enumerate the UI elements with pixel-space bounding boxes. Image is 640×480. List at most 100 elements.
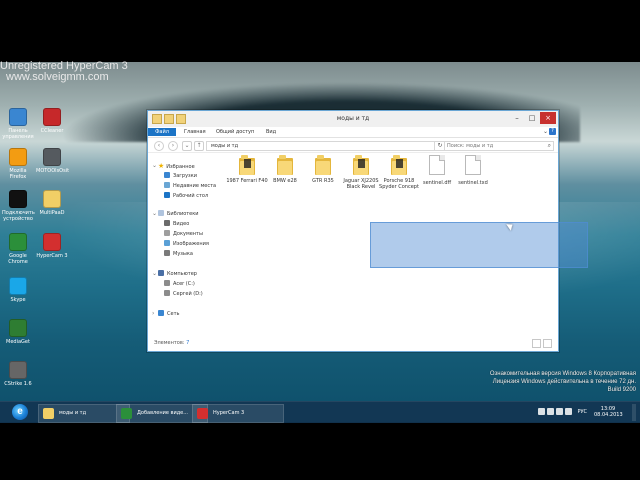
search-icon: ⌕ <box>547 142 551 149</box>
libraries-expand-icon[interactable]: ⌄ <box>152 209 157 219</box>
firefox-icon <box>9 148 27 166</box>
desktop-icon-multipaad[interactable]: MultiPaaD <box>36 190 68 216</box>
file-label: 1987 Ferrari F40 <box>226 178 268 184</box>
ribbon-tab-view[interactable]: Вид <box>266 128 276 136</box>
desktop-icon-connect-device[interactable]: Подключить устройство <box>2 190 35 222</box>
nav-drive-d[interactable]: Сергей (D:) <box>164 289 203 299</box>
maximize-button[interactable]: □ <box>525 112 539 124</box>
tray-volume-icon[interactable] <box>565 408 572 415</box>
nav-label: Документы <box>173 231 203 237</box>
ribbon-expand-icon[interactable]: ⌄ <box>543 128 548 135</box>
desktop-icon-mozilla-firefox[interactable]: Mozilla Firefox <box>2 148 34 180</box>
skype-icon <box>9 277 27 295</box>
nav-drive-c[interactable]: Acer (C:) <box>164 279 195 289</box>
path-text: моды и тд <box>211 143 239 149</box>
game-icon <box>9 361 27 379</box>
path-box[interactable]: моды и тд <box>206 141 438 151</box>
recent-places-icon <box>164 182 170 188</box>
up-button[interactable]: ↑ <box>194 141 204 151</box>
desktop-icon-skype[interactable]: Skype <box>2 277 34 303</box>
hypercam-icon <box>197 408 208 419</box>
file-icon <box>429 155 445 175</box>
computer-expand-icon[interactable]: ⌄ <box>152 269 157 279</box>
navigation-pane: ⌄ ★ Избранное Загрузки Недавние места Раб… <box>148 153 220 339</box>
video-icon <box>164 220 170 226</box>
tray-record-icon[interactable] <box>538 408 545 415</box>
file-item-porsche-918[interactable]: Porsche 918 Spyder Concept <box>378 155 420 190</box>
file-item-sentinel-txd[interactable]: sentinel.txd <box>452 155 494 186</box>
search-box: ⌕ <box>444 141 554 151</box>
desktop-icon-google-chrome[interactable]: Google Chrome <box>2 233 34 265</box>
file-item-jaguar-xj220s[interactable]: Jaguar XJ220S Black Revel <box>340 155 382 190</box>
explorer-titlebar[interactable]: моды и тд – □ × <box>148 111 558 128</box>
minimize-button[interactable]: – <box>510 112 524 124</box>
app-icon <box>43 148 61 166</box>
file-item-1987-ferrari-f40[interactable]: 1987 Ferrari F40 <box>226 155 268 184</box>
details-view-icon[interactable] <box>532 339 541 348</box>
device-icon <box>9 190 27 208</box>
windows-watermark-line1: Ознакомительная версия Windows 8 Корпора… <box>489 371 636 377</box>
ribbon-tab-file[interactable]: Файл <box>148 128 176 136</box>
desktop-icon-cstrike[interactable]: CStrike 1.6 <box>2 361 34 387</box>
recent-locations-button[interactable]: ⌄ <box>182 141 192 151</box>
search-input[interactable] <box>445 142 545 150</box>
taskbar-button-hypercam[interactable]: HyperCam 3 <box>192 404 284 423</box>
nav-label: Видео <box>173 221 190 227</box>
desktop-icon-label: CCleaner <box>40 128 64 134</box>
nav-recent-places[interactable]: Недавние места <box>164 181 216 191</box>
file-item-gtr-r35[interactable]: GTR R35 <box>302 155 344 184</box>
status-count: 7 <box>186 340 190 346</box>
nav-computer[interactable]: Компьютер <box>158 269 197 279</box>
tray-network-icon[interactable] <box>556 408 563 415</box>
explorer-window: моды и тд – □ × Файл Главная Общий досту… <box>147 110 588 352</box>
tray-pause-icon[interactable] <box>547 408 554 415</box>
network-icon <box>158 310 164 316</box>
ribbon-tab-home[interactable]: Главная <box>184 128 206 136</box>
desktop-icon-label: Панель управления <box>2 128 34 140</box>
nav-network[interactable]: Сеть <box>158 309 179 319</box>
windows-watermark-line2: Лицензия Windows действительна в течение… <box>492 379 636 385</box>
file-label: sentinel.txd <box>458 180 488 186</box>
nav-images[interactable]: Изображения <box>164 239 209 249</box>
star-icon: ★ <box>158 162 165 170</box>
desktop-icon-motools[interactable]: MOTOOlsOsit <box>36 148 69 174</box>
nav-music[interactable]: Музыка <box>164 249 193 259</box>
network-expand-icon[interactable]: › <box>152 309 157 319</box>
desktop-icon-hypercam[interactable]: HyperCam 3 <box>36 233 68 259</box>
clock[interactable]: 13:09 08.04.2013 <box>594 406 623 418</box>
help-icon[interactable]: ? <box>549 128 556 135</box>
nav-documents[interactable]: Документы <box>164 229 203 239</box>
desktop-icon-ccleaner[interactable]: CCleaner <box>36 108 68 134</box>
documents-icon <box>164 230 170 236</box>
desktop-icon-control-panel[interactable]: Панель управления <box>2 108 34 140</box>
forward-button[interactable]: › <box>168 141 178 151</box>
internet-explorer-icon[interactable]: e <box>12 404 28 420</box>
file-item-bmw-e28[interactable]: BMW e28 <box>264 155 306 184</box>
back-button[interactable]: ‹ <box>154 141 164 151</box>
desktop-icon-label: MediaGet <box>6 339 30 345</box>
large-icons-view-icon[interactable] <box>543 339 552 348</box>
folder-icon <box>353 155 369 175</box>
desktop-icon-mediaget[interactable]: MediaGet <box>2 319 34 345</box>
close-button[interactable]: × <box>540 112 556 124</box>
nav-libraries[interactable]: Библиотеки <box>158 209 199 219</box>
show-desktop-button[interactable] <box>632 404 636 421</box>
taskbar-label: моды и тд <box>59 410 87 416</box>
folder-icon <box>43 190 61 208</box>
tray-icons <box>538 408 572 415</box>
ribbon-tab-share[interactable]: Общий доступ <box>216 128 254 136</box>
nav-downloads[interactable]: Загрузки <box>164 171 197 181</box>
taskbar: e моды и тд Добавление виде... HyperCam … <box>0 401 640 423</box>
desktop-icon-label: Mozilla Firefox <box>9 168 27 180</box>
favorites-expand-icon[interactable]: ⌄ <box>152 161 157 171</box>
nav-favorites[interactable]: ★ Избранное <box>158 161 195 171</box>
file-label: GTR R35 <box>312 178 334 184</box>
content-pane: 1987 Ferrari F40 BMW e28 GTR R35 Jaguar … <box>226 155 588 330</box>
chrome-icon <box>121 408 132 419</box>
keyboard-language[interactable]: РУС <box>577 409 587 415</box>
taskbar-label: HyperCam 3 <box>213 410 245 416</box>
desktop-icon-label: CStrike 1.6 <box>4 381 32 387</box>
nav-desktop[interactable]: Рабочий стол <box>164 191 208 201</box>
file-label: BMW e28 <box>273 178 297 184</box>
nav-video[interactable]: Видео <box>164 219 189 229</box>
